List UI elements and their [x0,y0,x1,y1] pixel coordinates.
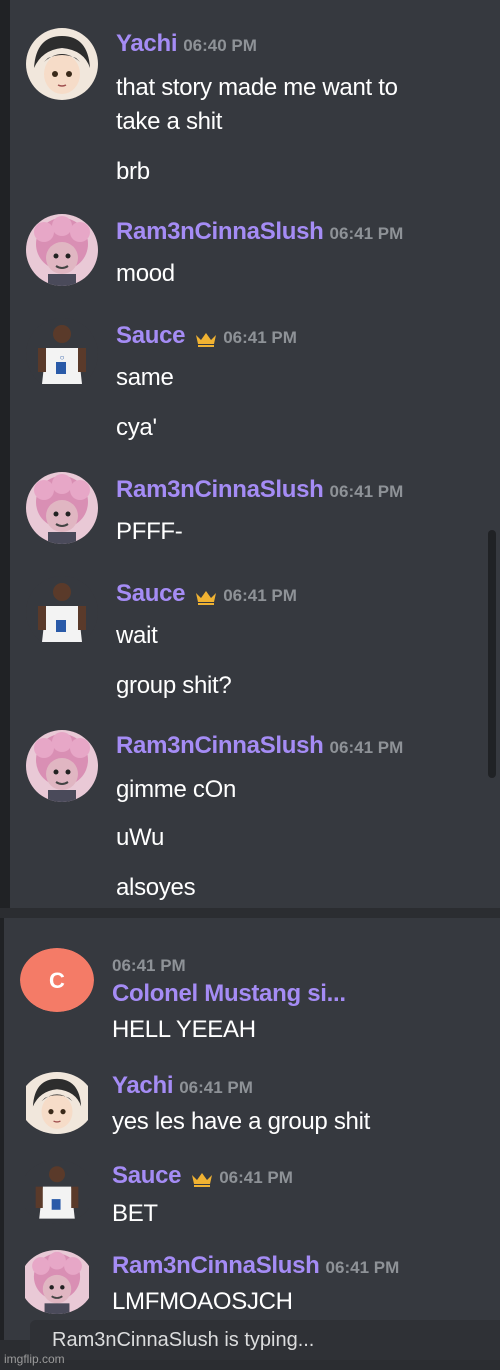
message-text: alsoyes [116,874,196,901]
typing-indicator: Ram3nCinnaSlush is typing... [30,1320,500,1360]
typing-user: Ram3nCinnaSlush [52,1329,219,1351]
screenshot-divider [0,908,500,918]
message-text: mood [116,260,175,287]
message-header: Sauce 06:41 PM [116,580,297,608]
message-header: Ram3nCinnaSlush 06:41 PM [112,1252,399,1280]
avatar-letter: C [49,968,65,993]
message-text: yes les have a group shit [112,1108,370,1135]
letter-c-avatar[interactable]: C [20,948,94,1012]
message-text: that story made me want to [116,74,398,101]
typing-suffix: is typing... [218,1329,315,1351]
timestamp: 06:40 PM [183,36,257,55]
message-text: group shit? [116,672,232,699]
message-header: Yachi 06:41 PM [112,1072,253,1100]
svg-text:○: ○ [60,353,65,362]
username[interactable]: Ram3nCinnaSlush [112,1252,320,1279]
timestamp: 06:41 PM [179,1078,253,1097]
timestamp: 06:41 PM [223,328,297,347]
pink-hair-avatar[interactable] [26,730,98,802]
crown-icon [191,1171,213,1187]
timestamp: 06:41 PM [112,956,186,975]
username[interactable]: Colonel Mustang si... [112,980,346,1007]
pink-hair-avatar[interactable] [26,214,98,286]
username[interactable]: Ram3nCinnaSlush [116,476,324,503]
message-text: LMFMOAOSJCH [112,1288,293,1315]
message-header: Yachi 06:40 PM [116,30,257,58]
timestamp: 06:41 PM [219,1168,293,1187]
timestamp: 06:41 PM [329,738,404,757]
message-text: wait [116,622,158,649]
username[interactable]: Sauce [116,580,186,607]
message-text: BET [112,1200,158,1227]
basketball-player-avatar[interactable] [26,576,98,648]
crown-icon [195,331,217,347]
username[interactable]: Yachi [112,1072,174,1099]
watermark: imgflip.com [4,1352,65,1366]
username[interactable]: Ram3nCinnaSlush [116,732,324,759]
pink-hair-avatar[interactable] [20,1250,94,1314]
yachi-avatar[interactable] [20,1072,94,1134]
message-header: Sauce 06:41 PM [116,322,297,350]
message-text: cya' [116,414,157,441]
pink-hair-avatar[interactable] [26,472,98,544]
username[interactable]: Sauce [116,322,186,349]
basketball-player-avatar[interactable] [20,1160,94,1224]
timestamp: 06:41 PM [329,482,404,501]
message-text: uWu [116,824,165,851]
scrollbar-thumb[interactable] [488,530,496,778]
username[interactable]: Sauce [112,1162,182,1189]
basketball-player-avatar[interactable]: ○ [26,318,98,390]
message-header: Sauce 06:41 PM [112,1162,293,1190]
message-text: brb [116,158,150,185]
message-text: HELL YEEAH [112,1016,256,1043]
username[interactable]: Yachi [116,30,178,57]
message-header: Ram3nCinnaSlush 06:41 PM [116,218,403,246]
message-text: gimme cOn [116,776,236,803]
message-text: PFFF- [116,518,183,545]
timestamp: 06:41 PM [329,224,404,243]
message-header: Ram3nCinnaSlush 06:41 PM [116,476,403,504]
username[interactable]: Ram3nCinnaSlush [116,218,324,245]
typing-text: Ram3nCinnaSlush is typing... [52,1329,314,1352]
message-text: same [116,364,174,391]
message-header: Ram3nCinnaSlush 06:41 PM [116,732,403,760]
crown-icon [195,589,217,605]
timestamp: 06:41 PM [325,1258,400,1277]
yachi-avatar[interactable] [26,28,98,100]
message-header: Colonel Mustang si... [112,980,346,1008]
timestamp: 06:41 PM [223,586,297,605]
message-text: take a shit [116,108,223,135]
